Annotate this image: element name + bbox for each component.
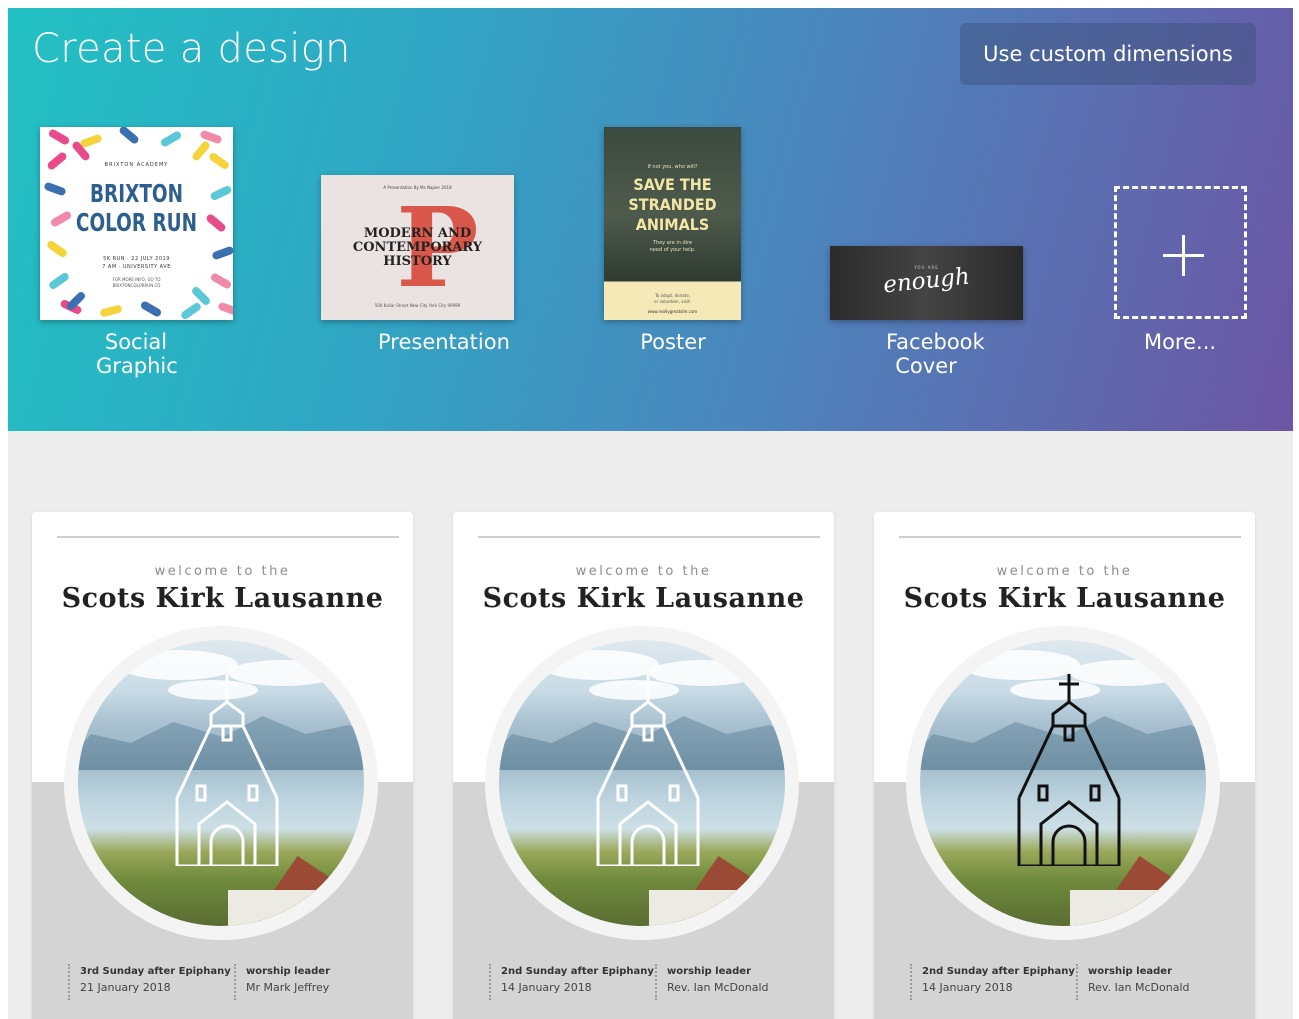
church-icon xyxy=(596,674,700,866)
leader-name: Rev. Ian McDonald xyxy=(1088,981,1190,994)
occasion-block: 2nd Sunday after Epiphany 14 January 201… xyxy=(910,964,1075,1000)
church-name: Scots Kirk Lausanne xyxy=(482,583,805,614)
top-rule xyxy=(478,536,820,538)
welcome-text: welcome to the xyxy=(154,564,291,579)
leader-label: worship leader xyxy=(246,966,331,977)
facebook-cover-label[interactable]: Facebook Cover xyxy=(886,330,985,378)
brush-stroke xyxy=(217,301,233,317)
thumb-org: BRIXTON ACADEMY xyxy=(104,162,169,168)
presentation-thumbnail[interactable]: A Presentation By Ms Napier 2018 P MODER… xyxy=(321,175,514,320)
page-title: Create a design xyxy=(32,26,351,72)
occasion: 2nd Sunday after Epiphany xyxy=(501,966,654,977)
template-gallery: welcome to the Scots Kirk Lausanne 3rd S… xyxy=(8,431,1293,1019)
more-label[interactable]: More... xyxy=(1140,330,1220,354)
thumb-details: 5K RUN · 22 JULY 2019 7 AM · UNIVERSITY … xyxy=(102,256,171,270)
service-date: 21 January 2018 xyxy=(80,981,171,994)
top-rule xyxy=(899,536,1241,538)
service-info: 2nd Sunday after Epiphany 14 January 201… xyxy=(489,964,829,1004)
poster-label[interactable]: Poster xyxy=(633,330,713,354)
church-icon xyxy=(1017,674,1121,866)
more-designs-button[interactable] xyxy=(1114,186,1247,319)
poster-thumbnail[interactable]: If not you, who will? SAVE THE STRANDED … xyxy=(604,127,741,320)
leader-block: worship leader Rev. Ian McDonald xyxy=(655,964,769,1000)
thumb-url: www.reallygreatsite.com xyxy=(647,309,698,314)
thumb-sub: They are in dire need of your help. xyxy=(649,240,696,253)
create-design-banner: Create a design Use custom dimensions BR… xyxy=(8,8,1293,431)
leader-block: worship leader Mr Mark Jeffrey xyxy=(234,964,330,1000)
occasion-block: 2nd Sunday after Epiphany 14 January 201… xyxy=(489,964,654,1000)
presentation-label[interactable]: Presentation xyxy=(378,330,510,354)
service-date: 14 January 2018 xyxy=(501,981,592,994)
church-name: Scots Kirk Lausanne xyxy=(903,583,1226,614)
thumb-footer: FOR MORE INFO, GO TO BRIXTONCOLORRUN.CO xyxy=(112,277,161,288)
service-info: 3rd Sunday after Epiphany 21 January 201… xyxy=(68,964,408,1004)
church-icon xyxy=(175,674,279,866)
brush-stroke xyxy=(190,140,212,162)
brush-stroke xyxy=(47,128,71,146)
welcome-text: welcome to the xyxy=(996,564,1133,579)
social-graphic-label[interactable]: Social Graphic xyxy=(96,330,178,378)
welcome-text: welcome to the xyxy=(575,564,712,579)
thumb-cta: To adopt, donate, or volunteer, visit: xyxy=(654,293,691,304)
brush-stroke xyxy=(46,150,68,172)
template-card[interactable]: welcome to the Scots Kirk Lausanne xyxy=(874,512,1255,1019)
service-info: 2nd Sunday after Epiphany 14 January 201… xyxy=(910,964,1250,1004)
leader-label: worship leader xyxy=(1088,966,1173,977)
church-name: Scots Kirk Lausanne xyxy=(61,583,384,614)
thumb-bottom: 500 Kaliar Street New City York City 999… xyxy=(374,303,461,308)
service-date: 14 January 2018 xyxy=(922,981,1013,994)
leader-label: worship leader xyxy=(667,966,752,977)
leader-name: Rev. Ian McDonald xyxy=(667,981,769,994)
occasion: 2nd Sunday after Epiphany xyxy=(922,966,1075,977)
thumb-title: MODERN AND CONTEMPORARY HISTORY xyxy=(352,226,483,269)
template-card[interactable]: welcome to the Scots Kirk Lausanne xyxy=(453,512,834,1019)
brush-stroke xyxy=(139,300,163,318)
thumb-top: If not you, who will? xyxy=(647,164,698,170)
leader-block: worship leader Rev. Ian McDonald xyxy=(1076,964,1190,1000)
brush-stroke xyxy=(159,130,183,148)
plus-icon xyxy=(1163,235,1204,276)
template-card[interactable]: welcome to the Scots Kirk Lausanne xyxy=(32,512,413,1019)
thumb-title: BRIXTON COLOR RUN xyxy=(75,179,198,237)
top-rule xyxy=(57,536,399,538)
brush-stroke xyxy=(99,304,123,318)
facebook-cover-thumbnail[interactable]: YOU ARE enough xyxy=(830,246,1023,320)
occasion-block: 3rd Sunday after Epiphany 21 January 201… xyxy=(68,964,231,1000)
social-graphic-thumbnail[interactable]: BRIXTON ACADEMY BRIXTON COLOR RUN 5K RUN… xyxy=(40,127,233,320)
use-custom-dimensions-button[interactable]: Use custom dimensions xyxy=(960,23,1256,85)
brush-stroke xyxy=(118,127,140,146)
brush-stroke xyxy=(179,301,203,320)
thumb-title: SAVE THE STRANDED ANIMALS xyxy=(628,175,717,234)
leader-name: Mr Mark Jeffrey xyxy=(246,981,330,994)
occasion: 3rd Sunday after Epiphany xyxy=(80,966,231,977)
